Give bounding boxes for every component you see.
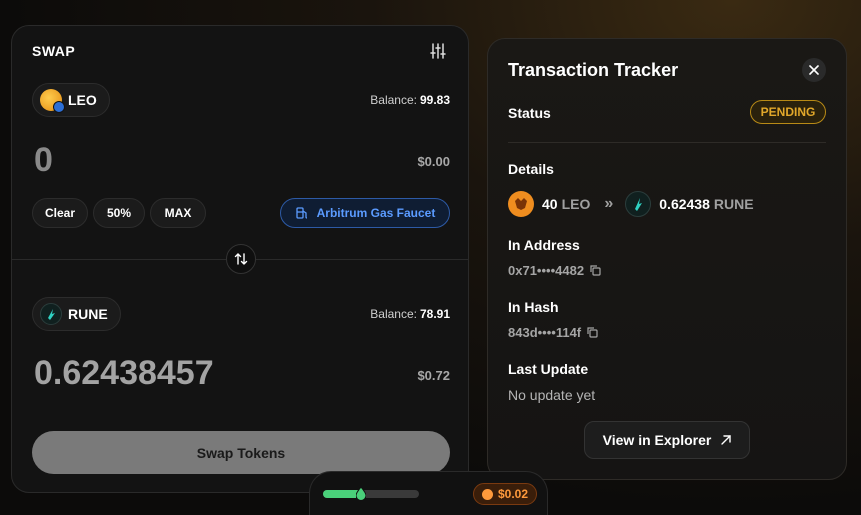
from-token-symbol: LEO	[68, 92, 97, 108]
from-amount-input[interactable]: 0	[34, 141, 53, 180]
in-hash-row: 843d••••114f	[508, 325, 598, 340]
gas-faucet-button[interactable]: Arbitrum Gas Faucet	[280, 198, 450, 228]
from-symbol: LEO	[561, 196, 591, 212]
view-in-explorer-button[interactable]: View in Explorer	[584, 421, 750, 459]
copy-icon[interactable]	[590, 265, 601, 276]
in-address-value: 0x71••••4482	[508, 263, 585, 278]
close-button[interactable]	[802, 58, 826, 82]
view-in-explorer-label: View in Explorer	[602, 432, 712, 448]
tracker-title: Transaction Tracker	[508, 60, 679, 80]
rune-token-icon	[40, 303, 62, 325]
settings-icon[interactable]	[430, 43, 446, 59]
to-balance: Balance: 78.91	[370, 307, 450, 321]
last-update-label: Last Update	[508, 361, 589, 377]
tracker-divider	[508, 142, 826, 143]
gas-drop-icon	[356, 487, 366, 500]
to-balance-value: 78.91	[419, 307, 450, 321]
leo-token-icon	[508, 191, 534, 217]
to-amount-output: 0.62438457	[34, 354, 214, 392]
to-symbol: RUNE	[713, 196, 754, 212]
from-amount: 40	[542, 196, 558, 212]
rune-token-icon	[625, 191, 652, 217]
leo-token-icon	[40, 89, 65, 113]
status-badge: PENDING	[750, 100, 826, 124]
in-address-label: In Address	[508, 237, 580, 253]
clear-button[interactable]: Clear	[32, 198, 88, 228]
to-usd-value: $0.72	[417, 368, 450, 383]
from-balance-label: Balance:	[370, 93, 417, 107]
network-fee-value: $0.02	[497, 487, 529, 501]
external-link-icon	[721, 435, 732, 445]
in-address-row: 0x71••••4482	[508, 263, 601, 278]
from-balance-value: 99.83	[419, 93, 450, 107]
swap-tokens-button[interactable]: Swap Tokens	[32, 431, 450, 474]
gas-level-track	[323, 487, 419, 500]
transaction-tracker-panel: Transaction Tracker Status PENDING Detai…	[487, 38, 847, 480]
in-hash-value: 843d••••114f	[508, 325, 582, 340]
to-amount: 0.62438	[659, 196, 710, 212]
swap-arrows-icon	[234, 253, 248, 265]
from-balance: Balance: 99.83	[370, 93, 450, 107]
half-button[interactable]: 50%	[93, 198, 145, 228]
fee-token-icon	[481, 488, 493, 500]
status-label: Status	[508, 105, 551, 121]
gas-status-bar: $0.02	[309, 471, 548, 515]
max-button[interactable]: MAX	[150, 198, 206, 228]
close-icon	[809, 65, 819, 75]
from-usd-value: $0.00	[417, 154, 450, 169]
flip-direction-button[interactable]	[226, 244, 256, 274]
last-update-value: No update yet	[508, 387, 596, 403]
swap-panel: SWAP LEO Balance: 99.83 0 $0.00 Clear 50%…	[11, 25, 469, 493]
gas-pump-icon	[295, 207, 307, 219]
to-balance-label: Balance:	[370, 307, 417, 321]
network-fee-badge[interactable]: $0.02	[473, 483, 537, 505]
in-hash-label: In Hash	[508, 299, 559, 315]
from-token-selector[interactable]: LEO	[32, 83, 110, 117]
gas-faucet-label: Arbitrum Gas Faucet	[316, 206, 436, 220]
swap-details-row: 40 LEO » 0.62438 RUNE	[508, 191, 754, 217]
copy-icon[interactable]	[587, 327, 598, 338]
arbitrum-chain-icon	[53, 101, 65, 113]
direction-arrow-icon: »	[604, 195, 614, 212]
to-token-symbol: RUNE	[68, 306, 108, 322]
details-label: Details	[508, 161, 554, 177]
to-token-selector[interactable]: RUNE	[32, 297, 121, 331]
swap-title: SWAP	[32, 43, 76, 59]
